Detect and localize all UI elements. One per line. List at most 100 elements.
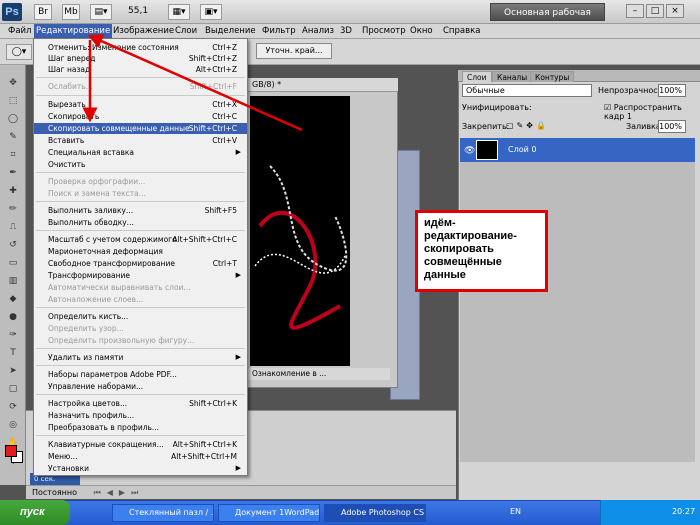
menu-image[interactable]: Изображение [113,26,174,36]
eyedropper-tool-icon[interactable]: ✒ [5,167,21,179]
menu-3d[interactable]: 3D [340,26,352,36]
menu-item[interactable]: Выполнить обводку... [34,217,247,228]
crop-tool-icon[interactable]: ⌗ [5,149,21,161]
3d-rotate-icon[interactable]: ⟳ [5,401,21,413]
menu-item[interactable]: Настройка цветов... Shift+Ctrl+K [34,398,247,409]
menu-item[interactable]: Удалить из памяти ▶ [34,352,247,363]
menu-layers[interactable]: Слои [175,26,197,36]
tab-channels[interactable]: Каналы [492,71,533,82]
close-icon[interactable]: × [666,4,684,18]
lock-label: Закрепить: [462,122,510,131]
playback-controls-icon[interactable]: ⏮◀▶⏭ [94,488,145,497]
blend-mode-select[interactable]: Обычные [462,84,592,97]
minimize-icon[interactable]: – [626,4,644,18]
menu-item[interactable]: Очистить [34,159,247,170]
history-brush-icon[interactable]: ↺ [5,239,21,251]
menu-item[interactable]: Клавиатурные сокращения... Alt+Shift+Ctrl… [34,439,247,450]
menu-window[interactable]: Окно [410,26,433,36]
layer-name[interactable]: Слой 0 [508,145,536,154]
lock-icons[interactable]: ▢✎✥🔒 [506,121,549,130]
screen-mode-icon[interactable]: ▣▾ [200,4,222,20]
menu-item[interactable]: Преобразовать в профиль... [34,422,247,433]
menu-item[interactable]: Вырезать Ctrl+X [34,99,247,110]
gradient-tool-icon[interactable]: ▥ [5,275,21,287]
marquee-tool-icon[interactable]: ⬚ [5,95,21,107]
refine-edge-button[interactable]: Уточн. край... [256,43,332,59]
fill-input[interactable]: 100% [658,120,686,133]
menu-item-label: Определить кисть... [48,312,129,321]
workspace-button[interactable]: Основная рабочая среда [490,3,605,36]
3d-orbit-icon[interactable]: ◎ [5,419,21,431]
propagate-frame-checkbox[interactable]: ☑ Распространить кадр 1 [604,103,700,121]
maximize-icon[interactable]: □ [646,4,664,18]
menu-view[interactable]: Просмотр [362,26,406,36]
menu-item[interactable]: Масштаб с учетом содержимого Alt+Shift+Ct… [34,234,247,245]
menu-item-label: Удалить из памяти [48,353,124,362]
menu-item[interactable]: Назначить профиль... [34,410,247,421]
dodge-tool-icon[interactable]: ● [5,311,21,323]
menu-separator [36,77,245,78]
view-extras-icon[interactable]: ▤▾ [90,4,112,20]
menu-help[interactable]: Справка [443,26,480,36]
menu-item[interactable]: Определить кисть... [34,311,247,322]
menu-item[interactable]: Установки ▶ [34,463,247,474]
menu-item[interactable]: Скопировать совмещенные данные Shift+Ctrl… [34,123,247,134]
menu-analysis[interactable]: Анализ [302,26,334,36]
menu-item[interactable]: Трансформирование ▶ [34,270,247,281]
menu-item: Определить узор... [34,323,247,334]
brush-tool-icon[interactable]: ✏ [5,203,21,215]
lasso-preset-icon[interactable]: ◯▾ [6,44,32,60]
document-title[interactable]: GB/8) * [240,78,398,92]
healing-tool-icon[interactable]: ✚ [5,185,21,197]
menu-item[interactable]: Вставить Ctrl+V [34,135,247,146]
menu-item-label: Шаг назад [48,65,91,74]
pen-tool-icon[interactable]: ✑ [5,329,21,341]
blur-tool-icon[interactable]: ◆ [5,293,21,305]
task-wordpad[interactable]: Документ 1WordPad... [218,504,320,522]
language-indicator[interactable]: EN [510,507,521,516]
menu-select[interactable]: Выделение [205,26,256,36]
menu-item[interactable]: Скопировать Ctrl+C [34,111,247,122]
menu-item[interactable]: Шаг назад Alt+Ctrl+Z [34,64,247,75]
task-browser[interactable]: Стеклянный пазл / ... [112,504,214,522]
edit-menu-dropdown: Отменить: Изменение состояния Ctrl+Z Шаг в… [33,38,248,476]
task-photoshop[interactable]: Adobe Photoshop CS... [324,504,426,522]
menu-separator [36,307,245,308]
menu-item[interactable]: Специальная вставка ▶ [34,147,247,158]
loop-select[interactable]: Постоянно [32,488,77,497]
menu-item[interactable]: Шаг вперед Shift+Ctrl+Z [34,53,247,64]
foreground-color-swatch[interactable] [5,445,17,457]
minibridge-button[interactable]: Mb [62,4,80,20]
menu-filter[interactable]: Фильтр [262,26,296,36]
menu-item[interactable]: Меню... Alt+Shift+Ctrl+M [34,451,247,462]
window-controls: – □ × [626,4,686,18]
type-tool-icon[interactable]: T [5,347,21,359]
menu-item[interactable]: Марионеточная деформация [34,246,247,257]
canvas-artwork [254,165,348,330]
quick-select-tool-icon[interactable]: ✎ [5,131,21,143]
menu-item[interactable]: Управление наборами... [34,381,247,392]
start-button[interactable]: пуск [0,500,70,525]
menu-item[interactable]: Отменить: Изменение состояния Ctrl+Z [34,42,247,53]
tab-paths[interactable]: Контуры [530,71,575,82]
menu-item-label: Выполнить заливку... [48,206,134,215]
zoom-level[interactable]: 55,1 [128,6,148,16]
eye-icon[interactable]: 👁 [464,146,475,156]
eraser-tool-icon[interactable]: ▭ [5,257,21,269]
path-select-icon[interactable]: ➤ [5,365,21,377]
bridge-button[interactable]: Br [34,4,52,20]
document-canvas[interactable] [250,96,350,366]
stamp-tool-icon[interactable]: ⎍ [5,221,21,233]
menu-file[interactable]: Файл [8,26,31,36]
menu-item[interactable]: Наборы параметров Adobe PDF... [34,369,247,380]
arrange-docs-icon[interactable]: ▦▾ [168,4,190,20]
menu-item[interactable]: Свободное трансформирование Ctrl+T [34,258,247,269]
shape-tool-icon[interactable]: ▢ [5,383,21,395]
lasso-tool-icon[interactable]: ◯ [5,113,21,125]
menu-separator [36,435,245,436]
menu-edit[interactable]: Редактирование [34,24,113,39]
menu-item[interactable]: Выполнить заливку... Shift+F5 [34,205,247,216]
opacity-input[interactable]: 100% [658,84,686,97]
move-tool-icon[interactable]: ✥ [5,77,21,89]
tab-layers[interactable]: Слои [462,71,492,82]
